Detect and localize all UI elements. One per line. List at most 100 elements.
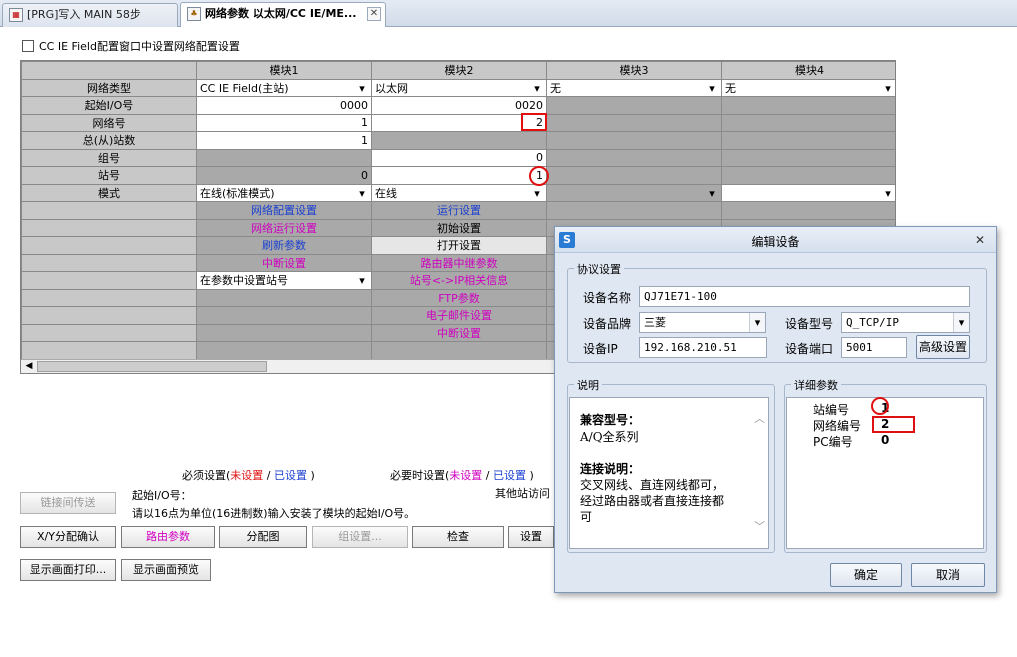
settings-button[interactable]: 设置 bbox=[508, 526, 554, 548]
network-type-select-m4[interactable]: 无 bbox=[721, 78, 895, 97]
station-ip-info-link[interactable]: 站号<->IP相关信息 bbox=[371, 271, 547, 290]
station-number-highlight bbox=[871, 397, 889, 415]
tab-network-params[interactable]: ♣ 网络参数 以太网/CC IE/ME... ✕ bbox=[180, 2, 386, 27]
ftp-param-link[interactable]: FTP参数 bbox=[371, 288, 547, 307]
advanced-settings-button[interactable]: 高级设置 bbox=[916, 335, 970, 359]
start-io-input-m2[interactable]: 0020 bbox=[371, 96, 547, 115]
column-header-module2: 模块2 bbox=[371, 61, 547, 80]
cc-ie-field-config-option: CC IE Field配置窗口中设置网络配置设置 bbox=[22, 38, 240, 54]
scroll-left-icon[interactable]: ◀ bbox=[23, 361, 35, 372]
network-type-select-m2[interactable]: 以太网 bbox=[371, 78, 547, 97]
legend-required-set: 已设置 bbox=[274, 469, 308, 482]
mode-select-m1[interactable]: 在线(标准模式) bbox=[196, 183, 372, 202]
pc-number-row[interactable]: PC编号 0 bbox=[793, 433, 981, 449]
column-header-module3: 模块3 bbox=[546, 61, 722, 80]
cancel-button[interactable]: 取消 bbox=[911, 563, 985, 587]
open-setting-button[interactable]: 打开设置 bbox=[371, 236, 547, 255]
description-box: 兼容型号： A/Q全系列 连接说明： 交叉网线、直连网线都可， 经过路由器或者直… bbox=[569, 397, 769, 549]
legend-slash: / bbox=[266, 469, 271, 482]
legend-slash: / bbox=[485, 469, 490, 482]
description-title: 说明 bbox=[574, 377, 602, 393]
start-io-hint: 请以16点为单位(16进制数)输入安装了模块的起始I/O号。 bbox=[132, 507, 416, 520]
assign-map-button[interactable]: 分配图 bbox=[219, 526, 307, 548]
row-blank bbox=[21, 323, 197, 342]
group-setting-button[interactable]: 组设置... bbox=[312, 526, 408, 548]
interrupt-setting-link-m1[interactable]: 中断设置 bbox=[196, 253, 372, 272]
description-scrollbar[interactable]: ︿ ﹀ bbox=[752, 398, 768, 548]
total-stations-cell-m2 bbox=[371, 131, 547, 150]
required-setting-legend: 必须设置(未设置 / 已设置 ) bbox=[182, 467, 315, 483]
scroll-down-icon[interactable]: ﹀ bbox=[754, 518, 765, 534]
program-icon: ▦ bbox=[9, 8, 23, 22]
station-no-input-m2[interactable]: 1 bbox=[371, 166, 547, 185]
tab-program-main[interactable]: ▦ [PRG]写入 MAIN 58步 bbox=[2, 3, 178, 27]
print-screen-button[interactable]: 显示画面打印... bbox=[20, 559, 116, 581]
compat-model-title: 兼容型号： bbox=[580, 413, 641, 427]
initial-setting-button[interactable]: 初始设置 bbox=[371, 218, 547, 237]
device-name-input[interactable]: QJ71E71-100 bbox=[639, 286, 970, 307]
row-label-network-no: 网络号 bbox=[21, 113, 197, 132]
device-brand-label: 设备品牌 bbox=[583, 317, 632, 331]
row-blank bbox=[21, 288, 197, 307]
mode-select-m2[interactable]: 在线 bbox=[371, 183, 547, 202]
connection-note-line3: 可 bbox=[580, 510, 593, 524]
interrupt-setting-link-m2[interactable]: 中断设置 bbox=[371, 323, 547, 342]
network-type-select-m1[interactable]: CC IE Field(主站) bbox=[196, 78, 372, 97]
connection-note-line1: 交叉网线、直连网线都可， bbox=[580, 478, 725, 492]
group-no-input-m2[interactable]: 0 bbox=[371, 148, 547, 167]
network-no-cell-m3 bbox=[546, 113, 722, 132]
close-icon[interactable]: ✕ bbox=[367, 7, 381, 21]
row-label-start-io: 起始I/O号 bbox=[21, 96, 197, 115]
device-brand-select[interactable]: 三菱 bbox=[639, 312, 766, 333]
legend-required-suffix: ) bbox=[310, 469, 315, 482]
protocol-settings-title: 协议设置 bbox=[574, 261, 624, 277]
row-label-group-no: 组号 bbox=[21, 148, 197, 167]
network-type-select-m3[interactable]: 无 bbox=[546, 78, 722, 97]
device-ip-label: 设备IP bbox=[583, 342, 618, 356]
operation-setting-link[interactable]: 运行设置 bbox=[371, 201, 547, 220]
dialog-title-bar[interactable]: S 编辑设备 ✕ bbox=[555, 227, 996, 253]
router-relay-link[interactable]: 路由器中继参数 bbox=[371, 253, 547, 272]
link-transfer-button[interactable]: 链接间传送 bbox=[20, 492, 116, 514]
routing-param-button[interactable]: 路由参数 bbox=[121, 526, 215, 548]
device-ip-input[interactable]: 192.168.210.51 bbox=[639, 337, 767, 358]
start-io-input-m1[interactable]: 0000 bbox=[196, 96, 372, 115]
optional-setting-legend: 必要时设置(未设置 / 已设置 ) bbox=[390, 467, 534, 483]
preview-screen-button[interactable]: 显示画面预览 bbox=[121, 559, 211, 581]
station-setting-select[interactable]: 在参数中设置站号 bbox=[196, 271, 372, 290]
row-blank bbox=[21, 218, 197, 237]
row-label-network-type: 网络类型 bbox=[21, 78, 197, 97]
network-param-icon: ♣ bbox=[187, 7, 201, 21]
device-port-input[interactable]: 5001 bbox=[841, 337, 907, 358]
station-no-cell-m4 bbox=[721, 166, 895, 185]
row-blank bbox=[21, 253, 197, 272]
device-name-label: 设备名称 bbox=[583, 291, 632, 305]
xy-assign-confirm-button[interactable]: X/Y分配确认 bbox=[20, 526, 116, 548]
row-blank bbox=[21, 201, 197, 220]
row-label-station-no: 站号 bbox=[21, 166, 197, 185]
network-no-input-m1[interactable]: 1 bbox=[196, 113, 372, 132]
device-model-label: 设备型号 bbox=[785, 317, 834, 331]
total-stations-cell-m3 bbox=[546, 131, 722, 150]
mode-select-m3[interactable] bbox=[546, 183, 722, 202]
cc-ie-field-config-label: CC IE Field配置窗口中设置网络配置设置 bbox=[39, 40, 240, 53]
device-model-select[interactable]: Q_TCP/IP bbox=[841, 312, 970, 333]
network-number-label: 网络编号 bbox=[813, 419, 862, 433]
network-config-link[interactable]: 网络配置设置 bbox=[196, 201, 372, 220]
document-tab-strip: ▦ [PRG]写入 MAIN 58步 ♣ 网络参数 以太网/CC IE/ME..… bbox=[0, 0, 1017, 27]
blank-cell bbox=[196, 288, 372, 307]
cc-ie-field-config-checkbox[interactable] bbox=[22, 40, 34, 52]
refresh-param-link[interactable]: 刷新参数 bbox=[196, 236, 372, 255]
row-blank bbox=[21, 306, 197, 325]
ok-button[interactable]: 确定 bbox=[830, 563, 902, 587]
close-icon[interactable]: ✕ bbox=[972, 232, 988, 248]
blank-cell bbox=[371, 341, 547, 360]
network-operation-link[interactable]: 网络运行设置 bbox=[196, 218, 372, 237]
total-stations-cell-m4 bbox=[721, 131, 895, 150]
check-button[interactable]: 检查 bbox=[412, 526, 504, 548]
mode-select-m4[interactable] bbox=[721, 183, 895, 202]
email-setting-link[interactable]: 电子邮件设置 bbox=[371, 306, 547, 325]
total-stations-input-m1[interactable]: 1 bbox=[196, 131, 372, 150]
scroll-thumb[interactable] bbox=[37, 361, 267, 372]
scroll-up-icon[interactable]: ︿ bbox=[754, 410, 765, 426]
